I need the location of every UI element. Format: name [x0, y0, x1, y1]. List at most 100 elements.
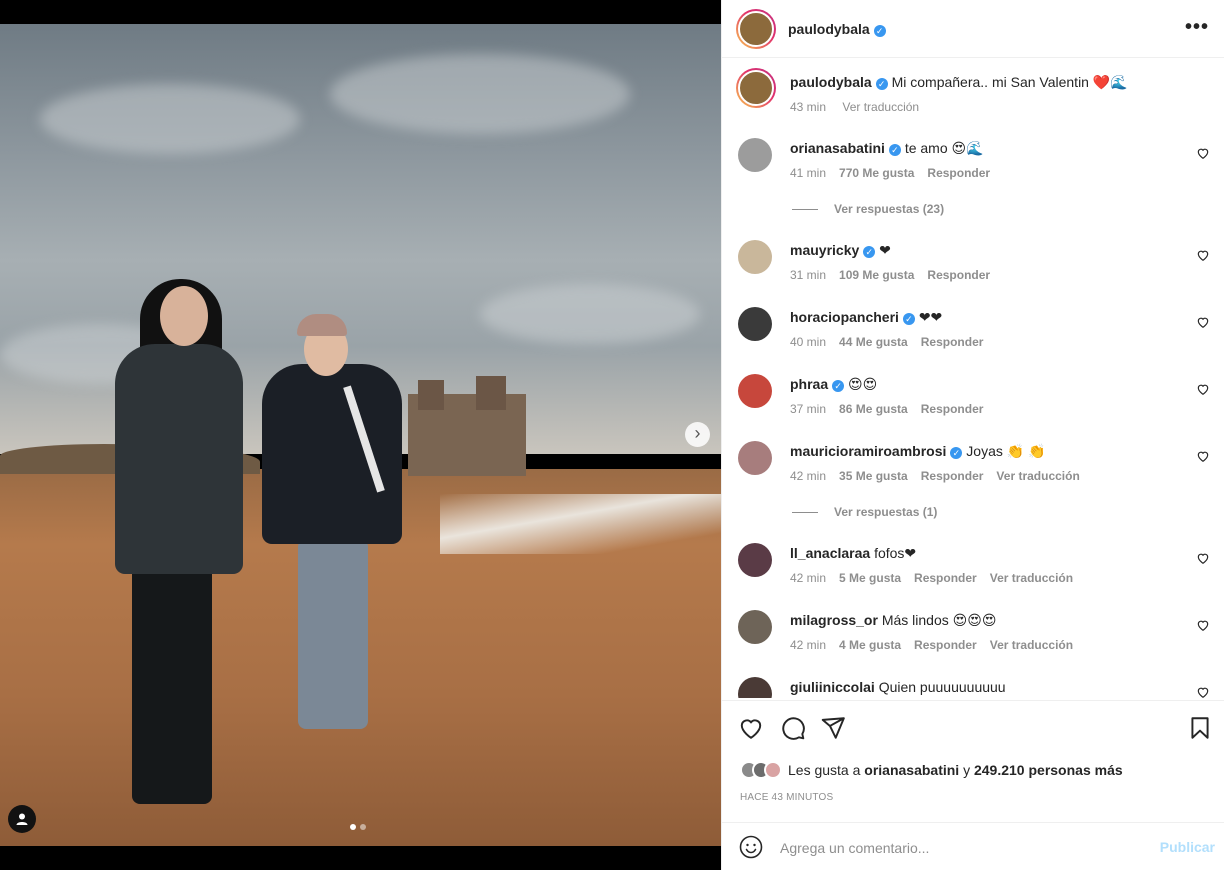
comment-heart-icon[interactable]	[1196, 449, 1210, 463]
comment-heart-icon[interactable]	[1196, 315, 1210, 329]
likes-summary[interactable]: Les gusta a orianasabatini y 249.210 per…	[740, 761, 1123, 779]
comments-list: paulodybala ✓ Mi compañera.. mi San Valen…	[722, 58, 1224, 698]
view-replies-button[interactable]: Ver respuestas (1)	[792, 505, 937, 519]
comment-icon[interactable]	[780, 715, 806, 741]
avatar[interactable]	[738, 677, 772, 698]
comment-username[interactable]: milagross_or	[790, 612, 878, 628]
send-icon[interactable]	[820, 715, 846, 741]
media-pane: ›	[0, 0, 721, 870]
view-replies-button[interactable]: Ver respuestas (23)	[792, 202, 944, 216]
likes-count[interactable]: 249.210 personas más	[974, 762, 1123, 778]
avatar[interactable]	[736, 68, 776, 108]
avatar[interactable]	[738, 307, 772, 341]
see-translation-link[interactable]: Ver traducción	[842, 100, 919, 114]
avatar[interactable]	[736, 8, 776, 49]
comment-heart-icon[interactable]	[1196, 248, 1210, 262]
comment-likes[interactable]: 35 Me gusta	[839, 469, 908, 483]
carousel-dot	[360, 824, 366, 830]
post-side-panel: paulodybala ✓ ••• paulodybala ✓ Mi compañe…	[721, 0, 1224, 870]
avatar[interactable]	[738, 441, 772, 475]
caption-username[interactable]: paulodybala	[790, 74, 872, 90]
comment-username[interactable]: mauyricky	[790, 242, 859, 258]
avatar[interactable]	[738, 610, 772, 644]
comment-likes[interactable]: 4 Me gusta	[839, 638, 901, 652]
comment-username[interactable]: phraa	[790, 376, 828, 392]
reply-button[interactable]: Responder	[921, 469, 984, 483]
comment-time: 42 min	[790, 571, 827, 585]
comment-heart-icon[interactable]	[1196, 382, 1210, 396]
bookmark-icon[interactable]	[1187, 715, 1213, 741]
verified-badge-icon: ✓	[863, 246, 876, 258]
emoji-icon[interactable]	[739, 835, 763, 859]
post-header: paulodybala ✓ •••	[722, 0, 1224, 58]
avatar[interactable]	[738, 374, 772, 408]
reply-button[interactable]: Responder	[914, 638, 977, 652]
verified-badge-icon: ✓	[875, 78, 888, 90]
verified-badge-icon: ✓	[902, 313, 915, 325]
photo-person-woman-face	[160, 286, 208, 346]
chevron-right-icon[interactable]: ›	[685, 422, 710, 447]
more-options-icon[interactable]: •••	[1185, 16, 1209, 39]
comment-meta: 41 min 770 Me gusta Responder	[790, 166, 1003, 180]
reply-button[interactable]: Responder	[921, 402, 984, 416]
photo-person-man-legs	[298, 539, 368, 729]
verified-badge-icon: ✓	[950, 447, 963, 459]
verified-badge-icon: ✓	[873, 24, 886, 37]
user-tag-icon[interactable]	[8, 805, 36, 833]
reply-button[interactable]: Responder	[921, 335, 984, 349]
comment-heart-icon[interactable]	[1196, 618, 1210, 632]
view-replies-label[interactable]: Ver respuestas (1)	[834, 505, 937, 519]
photo-person-man-cap	[297, 314, 347, 336]
see-translation-link[interactable]: Ver traducción	[990, 571, 1073, 585]
comment-likes[interactable]: 770 Me gusta	[839, 166, 914, 180]
comment-heart-icon[interactable]	[1196, 685, 1210, 698]
comment-meta: 40 min 44 Me gusta Responder	[790, 335, 996, 349]
comment-username[interactable]: horaciopancheri	[790, 309, 899, 325]
comment-body: fofos❤	[874, 545, 917, 561]
reply-button[interactable]: Responder	[927, 166, 990, 180]
comment-likes[interactable]: 5 Me gusta	[839, 571, 901, 585]
comment-likes[interactable]: 86 Me gusta	[839, 402, 908, 416]
avatar[interactable]	[738, 240, 772, 274]
comment-likes[interactable]: 44 Me gusta	[839, 335, 908, 349]
comment-body: te amo 😍🌊	[904, 140, 984, 156]
caption-time: 43 min	[790, 100, 827, 114]
comment-text: orianasabatini ✓ te amo 😍🌊	[790, 140, 984, 157]
comment-input[interactable]	[780, 837, 1140, 859]
comment-username[interactable]: ll_anaclaraa	[790, 545, 870, 561]
comment-username[interactable]: mauricioramiroambrosi	[790, 443, 946, 459]
comment-time: 41 min	[790, 166, 827, 180]
post-photo[interactable]	[0, 24, 721, 846]
see-translation-link[interactable]: Ver traducción	[996, 469, 1079, 483]
comment-body: 😍😍	[848, 376, 878, 392]
caption-body: Mi compañera.. mi San Valentin ❤️🌊	[891, 74, 1128, 90]
photo-foam	[440, 494, 721, 554]
comment-body: ❤❤	[918, 309, 943, 325]
likes-user[interactable]: orianasabatini	[864, 762, 959, 778]
header-username[interactable]: paulodybala ✓	[788, 21, 886, 37]
comment-text: ll_anaclaraa fofos❤	[790, 545, 916, 562]
view-replies-label[interactable]: Ver respuestas (23)	[834, 202, 944, 216]
photo-cloud	[330, 54, 630, 134]
comment-username[interactable]: giuliiniccolai	[790, 679, 875, 695]
reply-button[interactable]: Responder	[927, 268, 990, 282]
comment-text: horaciopancheri ✓ ❤❤	[790, 309, 942, 326]
comment-heart-icon[interactable]	[1196, 551, 1210, 565]
carousel-dot-active	[350, 824, 356, 830]
avatar[interactable]	[738, 543, 772, 577]
comment-meta: 31 min 109 Me gusta Responder	[790, 268, 1003, 282]
heart-icon[interactable]	[738, 715, 764, 741]
see-translation-link[interactable]: Ver traducción	[990, 638, 1073, 652]
comment-likes[interactable]: 109 Me gusta	[839, 268, 914, 282]
comment-username[interactable]: orianasabatini	[790, 140, 885, 156]
username-text[interactable]: paulodybala	[788, 21, 870, 37]
post-actions: Les gusta a orianasabatini y 249.210 per…	[722, 700, 1224, 822]
reply-button[interactable]: Responder	[914, 571, 977, 585]
likes-suffix: y	[963, 762, 971, 778]
comment-meta: 37 min 86 Me gusta Responder	[790, 402, 996, 416]
avatar[interactable]	[738, 138, 772, 172]
comment-text: mauyricky ✓ ❤	[790, 242, 891, 259]
comment-body: ❤	[879, 242, 891, 258]
publish-button[interactable]: Publicar	[1160, 839, 1215, 855]
comment-heart-icon[interactable]	[1196, 146, 1210, 160]
